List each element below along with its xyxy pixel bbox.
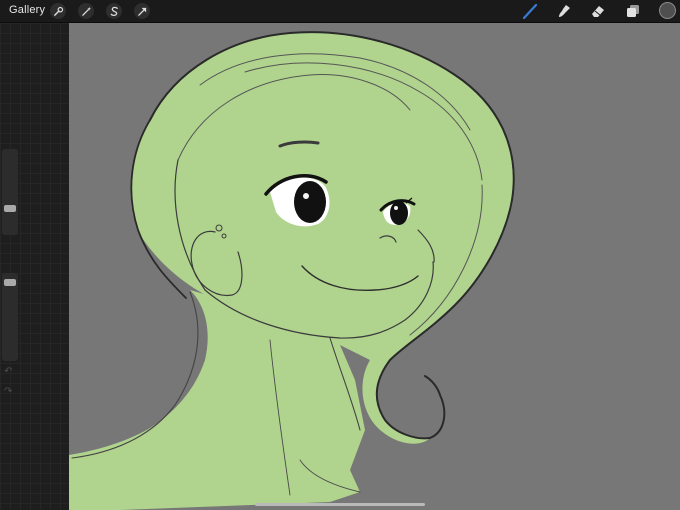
smudge-icon[interactable] — [555, 2, 573, 20]
color-picker-swatch[interactable] — [659, 2, 676, 19]
selection-icon[interactable] — [106, 3, 122, 19]
drawing-canvas[interactable] — [69, 23, 680, 510]
brush-size-thumb[interactable] — [4, 205, 16, 212]
home-indicator — [255, 503, 425, 506]
left-sidebar: ↶ ↷ — [0, 23, 69, 510]
gallery-button[interactable]: Gallery — [9, 4, 45, 16]
brush-opacity-slider[interactable] — [2, 273, 18, 361]
artwork — [69, 31, 515, 510]
wrench-icon[interactable] — [50, 3, 66, 19]
transform-arrow-icon[interactable] — [134, 3, 150, 19]
redo-icon[interactable]: ↷ — [4, 386, 12, 397]
brush-icon[interactable] — [521, 2, 539, 20]
magic-wand-icon[interactable] — [78, 3, 94, 19]
undo-icon[interactable]: ↶ — [4, 366, 12, 377]
top-toolbar: Gallery — [0, 0, 680, 23]
eraser-icon[interactable] — [589, 2, 607, 20]
brush-size-slider[interactable] — [2, 149, 18, 235]
layers-icon[interactable] — [624, 2, 642, 20]
brush-opacity-thumb[interactable] — [4, 279, 16, 286]
